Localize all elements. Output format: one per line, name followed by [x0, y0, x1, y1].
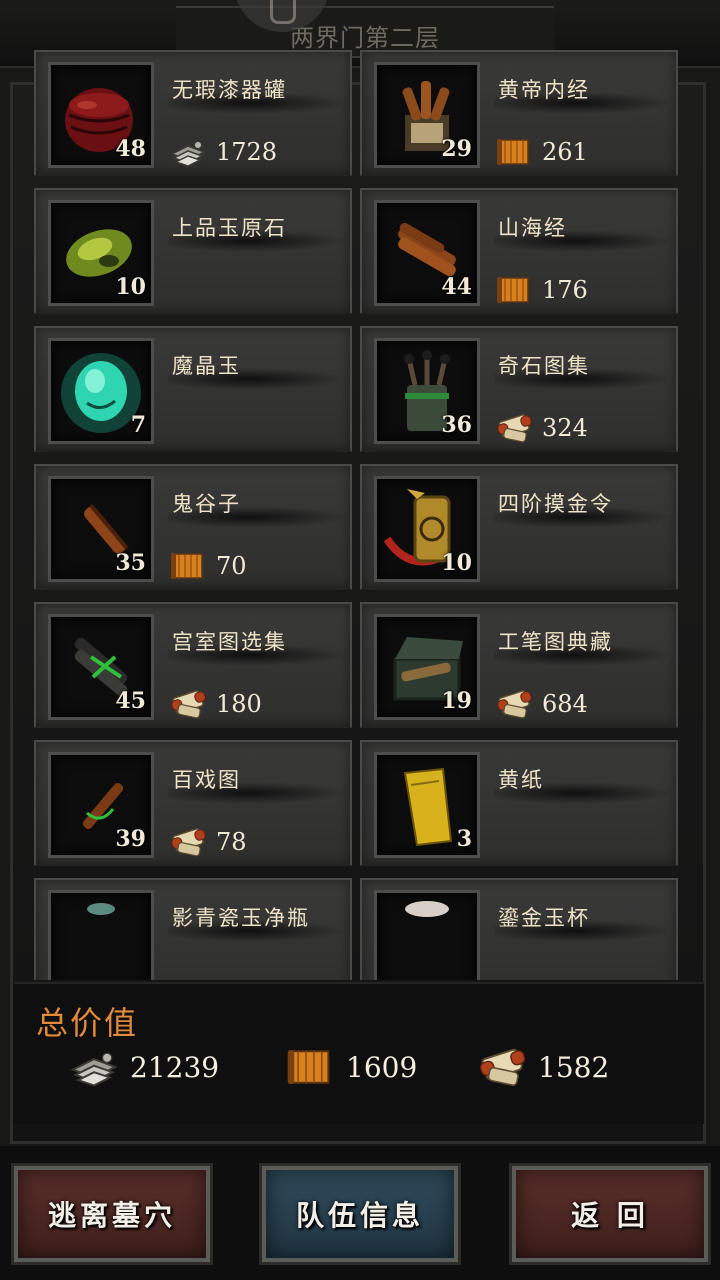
bottom-action-bar: 逃离墓穴 队伍信息 返 回 [0, 1146, 720, 1280]
price-value: 1728 [216, 138, 278, 166]
item-price: 1728 [168, 136, 277, 168]
item-quantity: 19 [441, 688, 472, 714]
cup-icon [374, 890, 480, 980]
bamboo-book-icon: 29 [374, 62, 480, 168]
map-scroll-currency-icon [474, 1046, 530, 1088]
price-value: 70 [216, 552, 247, 580]
silver-icon [168, 136, 208, 168]
lacquer-jar-icon: 48 [48, 62, 154, 168]
item-quantity: 48 [115, 136, 146, 162]
item-quantity: 44 [441, 274, 472, 300]
loot-item-card[interactable]: 45 宫室图选集 180 [34, 602, 352, 728]
loot-item-card[interactable]: 19 工笔图典藏 684 [360, 602, 678, 728]
item-name: 黄纸 [498, 768, 544, 792]
item-name: 百戏图 [172, 768, 241, 792]
map-scroll-currency-icon [494, 688, 534, 720]
vase-icon [48, 890, 154, 980]
item-quantity: 10 [441, 550, 472, 576]
item-price: 261 [494, 136, 588, 168]
scroll-quiver-icon: 36 [374, 338, 480, 444]
total-value-panel: 总价值 21239 1609 1582 [14, 982, 704, 1124]
item-quantity: 29 [441, 136, 472, 162]
loot-item-card[interactable]: 44 山海经 176 [360, 188, 678, 314]
item-quantity: 36 [441, 412, 472, 438]
map-scroll-currency-icon [168, 826, 208, 858]
item-quantity: 3 [456, 826, 472, 852]
item-price: 78 [168, 826, 247, 858]
price-value: 78 [216, 828, 247, 856]
item-price: 176 [494, 274, 588, 306]
item-quantity: 10 [115, 274, 146, 300]
back-button[interactable]: 返 回 [509, 1163, 711, 1265]
total-map-value: 1582 [538, 1050, 610, 1084]
scroll-currency-icon [168, 550, 208, 582]
magic-jade-icon: 7 [48, 338, 154, 444]
loot-item-card[interactable]: 35 鬼谷子 70 [34, 464, 352, 590]
price-value: 176 [542, 276, 588, 304]
item-name: 鎏金玉杯 [498, 906, 590, 930]
tied-scrolls-icon: 45 [48, 614, 154, 720]
loot-item-card[interactable]: 鎏金玉杯 [360, 878, 678, 980]
item-name: 无瑕漆器罐 [172, 78, 287, 102]
item-price: 324 [494, 412, 588, 444]
item-quantity: 7 [130, 412, 146, 438]
scroll-bundle-icon: 44 [374, 200, 480, 306]
item-name: 工笔图典藏 [498, 630, 613, 654]
rolled-scroll-icon: 35 [48, 476, 154, 582]
map-scroll-currency-icon [168, 688, 208, 720]
item-quantity: 35 [115, 550, 146, 576]
item-price: 70 [168, 550, 247, 582]
yellow-paper-icon: 3 [374, 752, 480, 858]
single-scroll-icon: 39 [48, 752, 154, 858]
item-price: 684 [494, 688, 588, 720]
loot-item-card[interactable]: 10 上品玉原石 [34, 188, 352, 314]
item-name: 鬼谷子 [172, 492, 241, 516]
loot-item-card[interactable]: 36 奇石图集 324 [360, 326, 678, 452]
total-silver: 21239 [66, 1046, 219, 1088]
item-name: 黄帝内经 [498, 78, 590, 102]
loot-item-card[interactable]: 影青瓷玉净瓶 [34, 878, 352, 980]
loot-item-card[interactable]: 3 黄纸 [360, 740, 678, 866]
item-name: 四阶摸金令 [498, 492, 613, 516]
scroll-currency-icon [494, 136, 534, 168]
price-value: 180 [216, 690, 262, 718]
loot-item-card[interactable]: 39 百戏图 78 [34, 740, 352, 866]
loot-item-card[interactable]: 29 黄帝内经 261 [360, 50, 678, 176]
total-map: 1582 [474, 1046, 609, 1088]
total-value-label: 总价值 [36, 1004, 139, 1042]
loot-item-card[interactable]: 10 四阶摸金令 [360, 464, 678, 590]
total-silver-value: 21239 [130, 1050, 220, 1084]
team-info-button[interactable]: 队伍信息 [259, 1163, 461, 1265]
jade-stone-icon: 10 [48, 200, 154, 306]
loot-item-card[interactable]: 48 无瑕漆器罐 1728 [34, 50, 352, 176]
map-scroll-currency-icon [494, 412, 534, 444]
scroll-currency-icon [282, 1046, 338, 1088]
loot-item-card[interactable]: 7 魔晶玉 [34, 326, 352, 452]
item-name: 宫室图选集 [172, 630, 287, 654]
page-title: 两界门第二层 [290, 24, 440, 52]
item-name: 山海经 [498, 216, 567, 240]
escape-tomb-button[interactable]: 逃离墓穴 [11, 1163, 213, 1265]
total-scroll: 1609 [282, 1046, 417, 1088]
item-price: 180 [168, 688, 262, 720]
item-name: 魔晶玉 [172, 354, 241, 378]
scroll-currency-icon [494, 274, 534, 306]
loot-grid[interactable]: 48 无瑕漆器罐 1728 29 黄帝内经 261 10 上品玉原石 44 山海… [22, 50, 698, 980]
gold-token-icon: 10 [374, 476, 480, 582]
price-value: 684 [542, 690, 588, 718]
silver-icon [66, 1046, 122, 1088]
item-name: 影青瓷玉净瓶 [172, 906, 310, 930]
item-name: 奇石图集 [498, 354, 590, 378]
price-value: 261 [542, 138, 588, 166]
price-value: 324 [542, 414, 588, 442]
item-name: 上品玉原石 [172, 216, 287, 240]
scroll-chest-icon: 19 [374, 614, 480, 720]
item-quantity: 45 [115, 688, 146, 714]
item-quantity: 39 [115, 826, 146, 852]
total-scroll-value: 1609 [346, 1050, 418, 1084]
